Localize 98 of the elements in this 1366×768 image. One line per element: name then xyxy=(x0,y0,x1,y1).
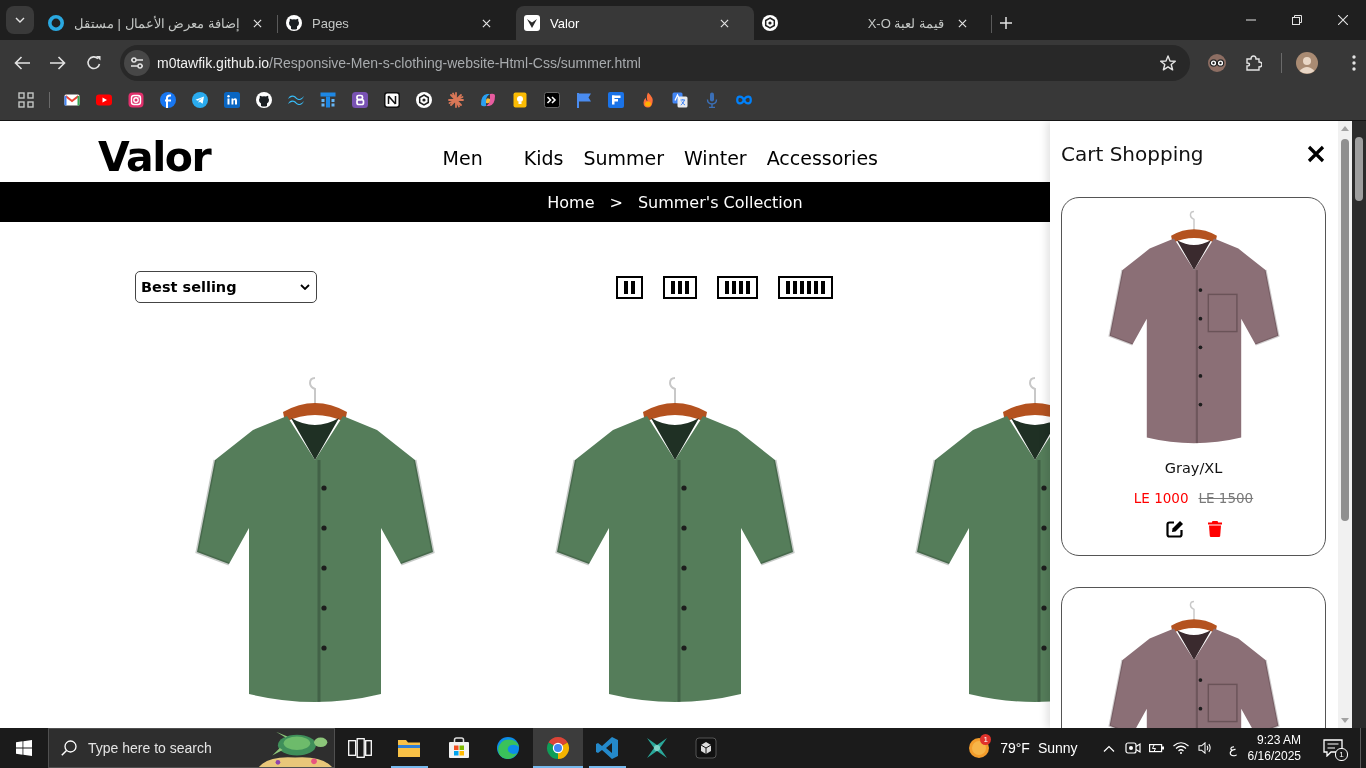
column-layout-button[interactable] xyxy=(717,275,758,299)
camera-icon[interactable] xyxy=(1124,740,1141,756)
column-layout-button[interactable] xyxy=(663,275,697,299)
envelope-icon[interactable] xyxy=(64,92,80,108)
square-logo-icon[interactable] xyxy=(608,92,624,108)
browser-tab[interactable]: Pages xyxy=(278,6,516,40)
notification-badge: 1 xyxy=(980,734,992,745)
ring-icon xyxy=(48,15,64,31)
ribbon-icon xyxy=(595,736,620,760)
close-icon[interactable] xyxy=(1307,145,1325,163)
address-bar[interactable]: m0tawfik.github.io/Responsive-Men-s-clothing-website-Html-Css/summer.html xyxy=(120,45,1190,81)
clock-time[interactable]: 9:23 AM xyxy=(1256,732,1301,748)
lightbulb-icon[interactable] xyxy=(512,92,528,108)
browser-tab[interactable]: قيمة لعبة X-O xyxy=(754,6,992,40)
url-text: m0tawfik.github.io/Responsive-Men-s-clothing-website-Html-Css/summer.html xyxy=(157,55,641,71)
play-icon[interactable] xyxy=(96,92,112,108)
blocks-logo-icon[interactable] xyxy=(320,92,336,108)
column-layout-button[interactable] xyxy=(616,275,643,299)
search-input[interactable]: Type here to search xyxy=(88,740,238,756)
shopping-bag-icon xyxy=(446,736,471,760)
battery-icon[interactable] xyxy=(1148,742,1165,754)
original-price: LE 1500 xyxy=(1198,490,1254,506)
cube-icon xyxy=(694,736,719,760)
glasses-icon[interactable] xyxy=(1208,54,1226,72)
nav-link[interactable]: Accessories xyxy=(766,146,878,169)
sparkle-icon[interactable] xyxy=(448,92,464,108)
star-icon[interactable] xyxy=(1160,55,1176,71)
sort-select[interactable]: Best selling xyxy=(135,271,317,303)
scrollbar[interactable] xyxy=(1352,121,1366,728)
nav-link[interactable]: Summer xyxy=(583,146,664,169)
scrollbar-thumb[interactable] xyxy=(1341,139,1349,521)
language-indicator[interactable]: ع xyxy=(1228,740,1237,756)
scrollbar-thumb[interactable] xyxy=(1355,137,1363,201)
scrollbar[interactable] xyxy=(1338,121,1352,728)
knot-icon xyxy=(762,15,778,31)
wheel-icon xyxy=(545,736,570,760)
trash-icon[interactable] xyxy=(1207,521,1222,537)
square-logo-icon[interactable] xyxy=(224,92,240,108)
chevron-logo-icon xyxy=(524,15,540,31)
clock-date[interactable]: 6/16/2025 xyxy=(1247,748,1301,764)
columns-icon xyxy=(786,280,825,294)
breadcrumb-current: Summer's Collection xyxy=(637,192,803,212)
avatar-icon[interactable] xyxy=(1296,52,1318,74)
caret-icon xyxy=(15,17,25,23)
tune-icon[interactable] xyxy=(124,50,150,76)
nav-link[interactable]: Men xyxy=(442,146,483,169)
temperature-label[interactable]: 79°F xyxy=(1000,740,1030,756)
variant-label: Gray/XL xyxy=(1164,460,1223,476)
camera-icon[interactable] xyxy=(128,92,144,108)
columns-icon xyxy=(725,280,750,294)
columns-icon xyxy=(671,280,689,294)
start-icon[interactable] xyxy=(16,740,32,756)
nav-link[interactable]: Kids xyxy=(523,146,564,169)
site-logo[interactable]: Valor xyxy=(98,137,211,178)
notification-count: 1 xyxy=(1335,748,1348,761)
caret-icon xyxy=(300,284,310,290)
nav-link[interactable]: Winter xyxy=(684,146,747,169)
cart-title: Cart Shopping xyxy=(1061,142,1204,166)
sale-price: LE 1000 xyxy=(1133,490,1189,506)
chat-bubble-icon[interactable] xyxy=(1323,739,1343,757)
breadcrumb-separator: > xyxy=(609,192,623,212)
ribbon-logo-icon[interactable] xyxy=(480,92,496,108)
puzzle-icon[interactable] xyxy=(1246,55,1262,71)
paper-plane-icon[interactable] xyxy=(192,92,208,108)
cat-icon[interactable] xyxy=(256,92,272,108)
breadcrumb-link[interactable]: Home xyxy=(547,192,595,212)
flag-icon[interactable] xyxy=(576,92,592,108)
round-logo-icon[interactable] xyxy=(160,92,176,108)
plus-icon[interactable] xyxy=(1000,17,1012,29)
task-view-icon[interactable] xyxy=(347,738,372,758)
search-box[interactable]: Type here to search xyxy=(48,728,335,768)
speaker-icon[interactable] xyxy=(1196,742,1213,754)
search-icon xyxy=(61,740,77,756)
wave-circle-icon xyxy=(496,736,521,760)
square-logo-icon[interactable] xyxy=(352,92,368,108)
tab-list-button[interactable] xyxy=(6,6,34,34)
flame-icon[interactable] xyxy=(640,92,656,108)
edit-icon[interactable] xyxy=(1165,520,1184,538)
framed-square-icon[interactable] xyxy=(384,92,400,108)
weather-condition[interactable]: Sunny xyxy=(1037,740,1078,756)
browser-tab[interactable]: إضافة معرض الأعمال | مستقل xyxy=(40,6,278,40)
columns-icon xyxy=(624,280,635,294)
reload-icon[interactable] xyxy=(86,55,102,71)
four-point-star-icon xyxy=(644,736,669,760)
restore-icon[interactable] xyxy=(1292,15,1302,25)
terminal-icon[interactable] xyxy=(544,92,560,108)
wifi-icon[interactable] xyxy=(1172,742,1189,754)
cat-icon xyxy=(286,15,302,31)
more-icon[interactable] xyxy=(1352,55,1356,71)
taskbar-app[interactable] xyxy=(533,728,583,768)
back-arrow-icon[interactable] xyxy=(14,56,30,70)
apps-grid-icon[interactable] xyxy=(18,92,34,108)
translate-icon[interactable] xyxy=(672,92,688,108)
browser-tab[interactable]: Valor xyxy=(516,6,754,40)
chevron-up-icon[interactable] xyxy=(1102,744,1115,752)
forward-arrow-icon[interactable] xyxy=(50,56,66,70)
knot-icon[interactable] xyxy=(416,92,432,108)
column-layout-button[interactable] xyxy=(778,275,833,299)
